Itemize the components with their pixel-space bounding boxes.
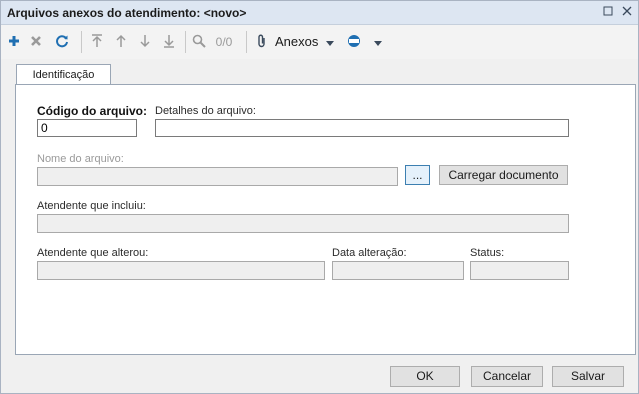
chevron-down-icon[interactable] (373, 34, 383, 50)
dialog-window: Arquivos anexos do atendimento: <novo> 0… (0, 0, 639, 394)
incluiu-field (37, 214, 569, 233)
tab-identificacao[interactable]: Identificação (16, 64, 111, 86)
cancel-button[interactable]: Cancelar (471, 366, 543, 387)
record-counter: 0/0 (215, 35, 233, 49)
data-alteracao-field (332, 261, 464, 280)
toolbar-separator (246, 31, 247, 53)
title-bar: Arquivos anexos do atendimento: <novo> (1, 1, 638, 25)
nome-field (37, 167, 398, 186)
window-title: Arquivos anexos do atendimento: <novo> (7, 6, 247, 20)
detalhes-label: Detalhes do arquivo: (155, 105, 256, 117)
move-first-icon[interactable] (90, 34, 104, 50)
paperclip-icon[interactable] (256, 34, 268, 50)
browse-button[interactable]: ... (405, 165, 430, 185)
toolbar-separator (185, 31, 186, 53)
alterou-label: Atendente que alterou: (37, 247, 149, 259)
alterou-field (37, 261, 325, 280)
status-label: Status: (470, 247, 505, 259)
toolbar: 0/0 Anexos (1, 25, 638, 59)
carregar-documento-button[interactable]: Carregar documento (439, 165, 568, 185)
move-last-icon[interactable] (162, 34, 176, 50)
status-field (470, 261, 569, 280)
detalhes-field[interactable] (155, 119, 569, 137)
nome-label: Nome do arquivo: (37, 153, 124, 165)
close-icon[interactable] (619, 4, 635, 20)
restore-icon[interactable] (600, 4, 616, 20)
toolbar-separator (81, 31, 82, 53)
codigo-field[interactable]: 0 (37, 119, 137, 137)
dialog-footer: OK Cancelar Salvar (1, 357, 638, 393)
save-button[interactable]: Salvar (552, 366, 624, 387)
view-options-icon[interactable] (345, 34, 363, 50)
move-up-icon[interactable] (114, 34, 128, 50)
refresh-icon[interactable] (54, 34, 70, 50)
search-icon[interactable] (191, 34, 207, 50)
codigo-label: Código do arquivo: (37, 104, 147, 118)
move-down-icon[interactable] (138, 34, 152, 50)
add-icon[interactable] (7, 34, 21, 50)
anexos-menu[interactable]: Anexos (275, 34, 321, 50)
data-alteracao-label: Data alteração: (332, 247, 407, 259)
ok-button[interactable]: OK (390, 366, 460, 387)
chevron-down-icon[interactable] (325, 34, 335, 50)
delete-icon[interactable] (29, 34, 43, 50)
incluiu-label: Atendente que incluiu: (37, 200, 146, 212)
